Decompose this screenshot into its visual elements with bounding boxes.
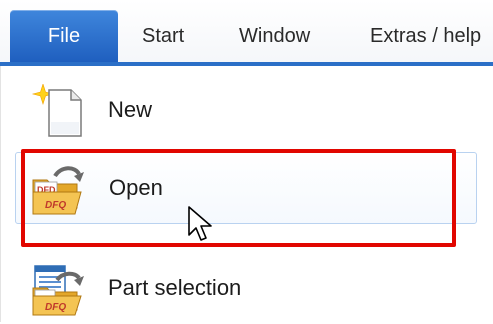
- tab-start[interactable]: Start: [142, 14, 184, 58]
- menu-item-part-selection-label: Part selection: [108, 275, 242, 300]
- menu-item-new[interactable]: New: [15, 74, 477, 146]
- new-document-icon: [31, 82, 89, 138]
- menu-item-open-label: Open: [109, 175, 163, 200]
- open-folder-icon: DFD DFQ: [31, 162, 89, 216]
- dfq-text: DFQ: [45, 302, 66, 313]
- file-menu: New DFD DFQ Open DFQ Part selection: [0, 66, 493, 322]
- tab-extras-help[interactable]: Extras / help: [370, 14, 481, 58]
- part-selection-icon: DFQ: [31, 262, 89, 316]
- tab-file[interactable]: File: [10, 10, 118, 62]
- menu-item-new-label: New: [108, 97, 153, 122]
- menu-item-part-selection[interactable]: DFQ Part selection: [15, 252, 477, 324]
- tab-window[interactable]: Window: [239, 14, 310, 58]
- ribbon-tab-bar: File Start Window Extras / help: [0, 0, 493, 66]
- dfq-text: DFQ: [45, 200, 66, 211]
- menu-item-open[interactable]: DFD DFQ Open: [15, 152, 477, 224]
